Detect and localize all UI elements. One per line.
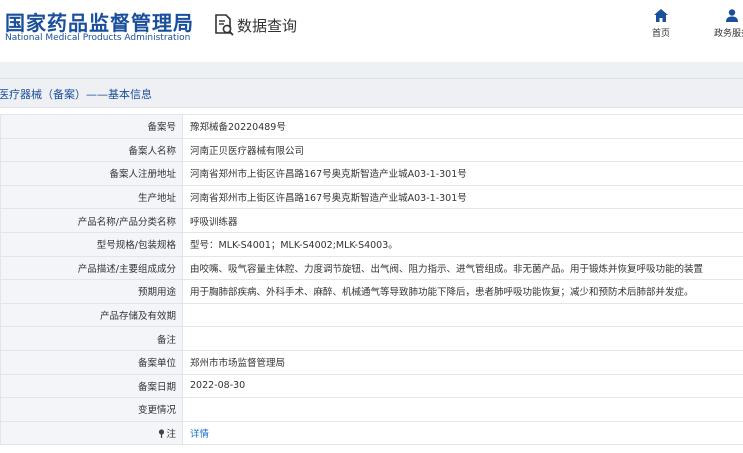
field-label: 备案日期 bbox=[0, 373, 183, 399]
field-value: 型号：MLK-S4001；MLK-S4002;MLK-S4003。 bbox=[182, 231, 743, 257]
nav-government-service[interactable]: 政务服务 bbox=[702, 9, 743, 39]
field-value: 2022-08-30 bbox=[182, 373, 743, 399]
header-divider bbox=[0, 62, 743, 78]
note-label-cell: 注 bbox=[0, 420, 183, 446]
field-value: 河南省郑州市上街区许昌路167号奥克斯智造产业城A03-1-301号 bbox=[182, 161, 743, 186]
table-row: 产品名称/产品分类名称 呼吸训练器 bbox=[0, 208, 743, 233]
section-header: 医疗器械（备案）——基本信息 bbox=[0, 78, 743, 108]
home-icon bbox=[654, 9, 668, 22]
field-value bbox=[182, 397, 743, 422]
field-label: 备案号 bbox=[0, 114, 183, 139]
nav-home-label: 首页 bbox=[651, 29, 670, 39]
record-detail-table: 备案号 豫郑械备20220489号 备案人名称 河南正贝医疗器械有限公司 备案人… bbox=[0, 114, 743, 446]
table-row: 型号规格/包装规格 型号：MLK-S4001；MLK-S4002;MLK-S40… bbox=[0, 231, 743, 257]
logo-title-cn[interactable]: 国家药品监督管理局 bbox=[5, 7, 194, 36]
field-value: 由咬嘴、吸气容量主体腔、力度调节旋钮、出气阀、阻力指示、进气管组成。非无菌产品。… bbox=[182, 255, 743, 281]
table-row: 备案人名称 河南正贝医疗器械有限公司 bbox=[0, 137, 743, 163]
data-query-link[interactable]: 数据查询 bbox=[213, 12, 297, 38]
table-row: 备案人注册地址 河南省郑州市上街区许昌路167号奥克斯智造产业城A03-1-30… bbox=[0, 161, 743, 186]
field-value: 河南省郑州市上街区许昌路167号奥克斯智造产业城A03-1-301号 bbox=[182, 184, 743, 210]
field-value: 用于胸肺部疾病、外科手术、麻醉、机械通气等导致肺功能下降后，患者肺呼吸功能恢复；… bbox=[182, 279, 743, 304]
data-query-label: 数据查询 bbox=[237, 16, 298, 35]
table-row: 备注 bbox=[0, 326, 743, 351]
field-value: 郑州市市场监督管理局 bbox=[182, 349, 743, 375]
field-label: 变更情况 bbox=[0, 397, 183, 422]
field-value: 豫郑械备20220489号 bbox=[182, 114, 743, 139]
table-row: 注 详情 bbox=[0, 420, 743, 446]
field-label: 备案人注册地址 bbox=[0, 161, 183, 186]
field-label: 生产地址 bbox=[0, 184, 183, 210]
field-label: 产品存储及有效期 bbox=[0, 302, 183, 328]
site-header: 国家药品监督管理局 National Medical Products Admi… bbox=[0, 0, 743, 62]
field-label: 备注 bbox=[0, 326, 183, 351]
table-row: 预期用途 用于胸肺部疾病、外科手术、麻醉、机械通气等导致肺功能下降后，患者肺呼吸… bbox=[0, 279, 743, 304]
details-link[interactable]: 详情 bbox=[182, 420, 743, 446]
document-search-icon bbox=[215, 14, 234, 36]
field-label: 产品描述/主要组成成分 bbox=[0, 255, 183, 281]
field-label: 预期用途 bbox=[0, 279, 183, 304]
logo-title-en[interactable]: National Medical Products Administration bbox=[5, 33, 190, 43]
table-row: 变更情况 bbox=[0, 397, 743, 422]
field-value bbox=[182, 326, 743, 351]
field-label: 备案人名称 bbox=[0, 137, 183, 163]
field-value: 呼吸训练器 bbox=[182, 208, 743, 233]
table-row: 生产地址 河南省郑州市上街区许昌路167号奥克斯智造产业城A03-1-301号 bbox=[0, 184, 743, 210]
field-label: 备案单位 bbox=[0, 349, 183, 375]
field-label: 注 bbox=[166, 429, 176, 441]
table-row: 备案日期 2022-08-30 bbox=[0, 373, 743, 399]
table-row: 备案号 豫郑械备20220489号 bbox=[0, 114, 743, 139]
table-row: 产品存储及有效期 bbox=[0, 302, 743, 328]
table-row: 备案单位 郑州市市场监督管理局 bbox=[0, 349, 743, 375]
pin-icon bbox=[159, 429, 165, 439]
field-label: 产品名称/产品分类名称 bbox=[0, 208, 183, 233]
nav-home[interactable]: 首页 bbox=[646, 9, 676, 39]
nav-government-service-label: 政务服务 bbox=[713, 29, 743, 39]
field-value bbox=[182, 302, 743, 328]
user-icon bbox=[726, 9, 738, 22]
table-row: 产品描述/主要组成成分 由咬嘴、吸气容量主体腔、力度调节旋钮、出气阀、阻力指示、… bbox=[0, 255, 743, 281]
field-label: 型号规格/包装规格 bbox=[0, 231, 183, 257]
section-title: 医疗器械（备案）——基本信息 bbox=[0, 88, 152, 101]
field-value: 河南正贝医疗器械有限公司 bbox=[182, 137, 743, 163]
